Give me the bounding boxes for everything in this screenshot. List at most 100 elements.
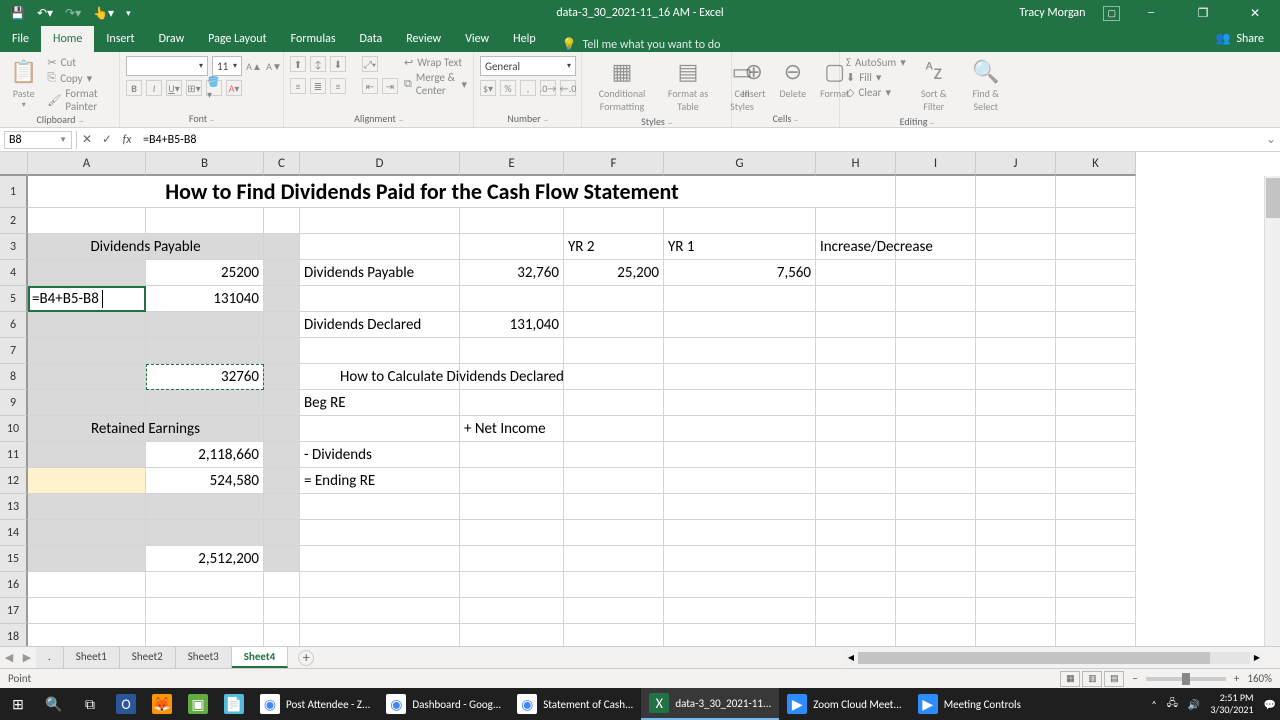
currency-icon[interactable]: $▾ [480, 80, 496, 96]
sheet-tab-Sheet2[interactable]: Sheet2 [120, 647, 176, 668]
cell-F7[interactable] [564, 338, 664, 364]
sheet-tab-Sheet1[interactable]: Sheet1 [64, 647, 120, 668]
cell-G9[interactable] [664, 390, 816, 416]
qat-customize-icon[interactable]: ▾ [126, 8, 131, 19]
page-layout-view-button[interactable]: ▥ [1082, 671, 1102, 687]
enter-formula-button[interactable]: ✓ [97, 132, 117, 147]
horizontal-scrollbar[interactable]: ◀▶ [844, 651, 1264, 665]
tell-me-search[interactable]: 💡 Tell me what you want to do [562, 37, 721, 52]
cell-J13[interactable] [976, 494, 1056, 520]
indent-decrease-icon[interactable]: ⇤ [362, 78, 378, 94]
cell-J8[interactable] [976, 364, 1056, 390]
close-button[interactable]: ✕ [1234, 0, 1276, 26]
wrap-text-button[interactable]: ↩Wrap Text [404, 56, 467, 69]
cancel-formula-button[interactable]: ✕ [77, 132, 97, 147]
cell-C11[interactable] [264, 442, 300, 468]
cell-G16[interactable] [664, 572, 816, 598]
row-header-5[interactable]: 5 [0, 286, 28, 312]
cell-C14[interactable] [264, 520, 300, 546]
increase-font-icon[interactable]: A▲ [246, 58, 262, 74]
cell-D17[interactable] [300, 598, 460, 624]
user-name[interactable]: Tracy Morgan [1019, 6, 1085, 20]
cell-G17[interactable] [664, 598, 816, 624]
cell-J2[interactable] [976, 208, 1056, 234]
taskbar-notepad[interactable]: 📄 [216, 688, 252, 720]
cell-E8[interactable] [460, 364, 564, 390]
cell-H6[interactable] [816, 312, 896, 338]
cell-I5[interactable] [896, 286, 976, 312]
cell-B7[interactable] [146, 338, 264, 364]
undo-icon[interactable]: ↶▾ [37, 6, 53, 21]
tab-home[interactable]: Home [41, 26, 94, 52]
cell-E2[interactable] [460, 208, 564, 234]
tab-insert[interactable]: Insert [94, 26, 146, 52]
cell-H3[interactable]: Increase/Decrease [816, 234, 896, 260]
tray-chevron-icon[interactable]: ˄ [1151, 698, 1156, 711]
cell-D15[interactable] [300, 546, 460, 572]
cell-F5[interactable] [564, 286, 664, 312]
cell-C10[interactable] [264, 416, 300, 442]
cell-A6[interactable] [28, 312, 146, 338]
cell-D6[interactable]: Dividends Declared [300, 312, 460, 338]
cell-E13[interactable] [460, 494, 564, 520]
cell-A2[interactable] [28, 208, 146, 234]
cell-E6[interactable]: 131,040 [460, 312, 564, 338]
cell-D12[interactable]: = Ending RE [300, 468, 460, 494]
taskbar-item[interactable]: ▶Meeting Controls [910, 688, 1029, 720]
underline-button[interactable]: U▾ [166, 80, 182, 96]
tab-page-layout[interactable]: Page Layout [196, 26, 278, 52]
cell-A7[interactable] [28, 338, 146, 364]
expand-formula-bar-icon[interactable]: ⌄ [1262, 132, 1280, 147]
vertical-scrollbar[interactable] [1264, 176, 1280, 646]
row-header-11[interactable]: 11 [0, 442, 28, 468]
orientation-icon[interactable]: ⤢▾ [362, 56, 378, 72]
fx-icon[interactable]: fx [117, 133, 137, 147]
cell-H17[interactable] [816, 598, 896, 624]
cell-I17[interactable] [896, 598, 976, 624]
cell-E3[interactable] [460, 234, 564, 260]
ribbon-display-icon[interactable]: ▢ [1103, 6, 1120, 21]
tab-help[interactable]: Help [501, 26, 548, 52]
cell-I4[interactable] [896, 260, 976, 286]
cell-D4[interactable]: Dividends Payable [300, 260, 460, 286]
insert-cells-button[interactable]: ⊕Insert [738, 56, 770, 102]
cell-J9[interactable] [976, 390, 1056, 416]
cell-F14[interactable] [564, 520, 664, 546]
cell-C16[interactable] [264, 572, 300, 598]
taskbar-item[interactable]: ◉Dashboard - Goog... [378, 688, 509, 720]
cell-I2[interactable] [896, 208, 976, 234]
cell-G2[interactable] [664, 208, 816, 234]
row-header-3[interactable]: 3 [0, 234, 28, 260]
cell-E5[interactable] [460, 286, 564, 312]
paste-button[interactable]: 📋 Paste ▾ [6, 56, 41, 112]
cell-G12[interactable] [664, 468, 816, 494]
cell-K12[interactable] [1056, 468, 1136, 494]
cell-K15[interactable] [1056, 546, 1136, 572]
cell-K16[interactable] [1056, 572, 1136, 598]
taskbar-item[interactable]: Xdata-3_30_2021-11... [641, 688, 779, 720]
column-header-K[interactable]: K [1056, 152, 1136, 176]
cell-A1[interactable]: How to Find Dividends Paid for the Cash … [28, 176, 816, 208]
task-view-button[interactable]: ⧉ [72, 688, 108, 720]
cell-J10[interactable] [976, 416, 1056, 442]
cell-C3[interactable] [264, 234, 300, 260]
cell-K5[interactable] [1056, 286, 1136, 312]
align-right-icon[interactable]: ≡ [330, 78, 346, 94]
cell-A12[interactable] [28, 468, 146, 494]
cell-I13[interactable] [896, 494, 976, 520]
bold-button[interactable]: B [126, 80, 142, 96]
indent-increase-icon[interactable]: ⇥ [382, 78, 398, 94]
cell-D13[interactable] [300, 494, 460, 520]
cell-K14[interactable] [1056, 520, 1136, 546]
cell-F15[interactable] [564, 546, 664, 572]
cell-F9[interactable] [564, 390, 664, 416]
fill-color-button[interactable]: 🪣▾ [206, 80, 222, 96]
cell-E9[interactable] [460, 390, 564, 416]
cell-K17[interactable] [1056, 598, 1136, 624]
redo-icon[interactable]: ↷▾ [65, 6, 81, 21]
tab-data[interactable]: Data [348, 26, 395, 52]
cell-E15[interactable] [460, 546, 564, 572]
row-header-16[interactable]: 16 [0, 572, 28, 598]
search-button[interactable]: 🔍 [36, 688, 72, 720]
cell-E16[interactable] [460, 572, 564, 598]
